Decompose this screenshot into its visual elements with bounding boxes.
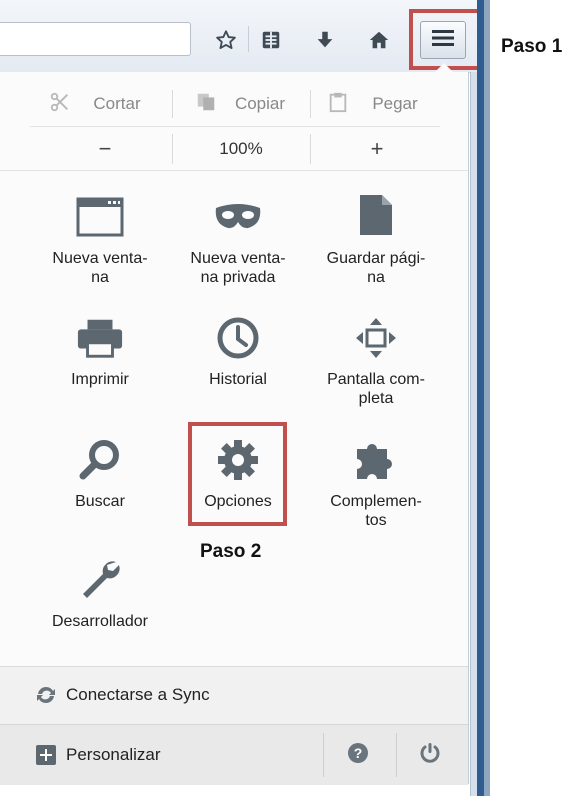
tile-label-line: Nueva venta- <box>190 250 286 267</box>
step2-annotation: Paso 2 <box>200 541 262 562</box>
home-icon[interactable] <box>365 26 393 54</box>
tile-label-line: Nueva venta- <box>52 250 148 267</box>
zoom-out-button[interactable]: − <box>40 128 170 170</box>
step1-highlight-box <box>409 9 485 70</box>
tile-label-line: tos <box>365 512 387 529</box>
cut-label: Cortar <box>93 94 141 113</box>
footer-separator <box>396 733 397 777</box>
quit-button[interactable] <box>410 739 450 771</box>
search-icon <box>76 436 124 484</box>
addons-button[interactable]: Complemen- tos <box>311 432 441 532</box>
new-private-window-button[interactable]: Nueva venta- na privada <box>173 187 303 297</box>
tile-label-line: Pantalla com- <box>327 371 425 388</box>
wrench-icon <box>76 556 124 604</box>
copy-label: Copiar <box>234 94 286 113</box>
url-bar[interactable] <box>0 22 191 56</box>
printer-icon <box>76 314 124 362</box>
clipboard-icon <box>328 91 348 118</box>
print-button[interactable]: Imprimir <box>35 310 165 410</box>
tile-label-line: Desarrollador <box>51 613 149 630</box>
bottom-bar: Personalizar ? <box>0 724 468 785</box>
zoom-separator <box>310 134 311 164</box>
zoom-in-button[interactable]: + <box>312 128 442 170</box>
row-divider <box>0 170 468 171</box>
help-button[interactable]: ? <box>338 739 378 771</box>
window-border <box>477 0 484 796</box>
paste-label: Pegar <box>372 94 418 113</box>
tile-label-line: na privada <box>200 269 276 286</box>
find-button[interactable]: Buscar <box>35 432 165 532</box>
edit-separator <box>172 90 173 118</box>
tile-label-line: Historial <box>209 371 267 388</box>
tile-label: Nueva venta- na privada <box>173 249 303 287</box>
edit-separator <box>310 90 311 118</box>
zoom-reset-button[interactable]: 100% <box>174 128 308 170</box>
fullscreen-icon <box>352 314 400 362</box>
tile-label: Nueva venta- na <box>35 249 165 287</box>
tile-label-line: Buscar <box>75 493 125 510</box>
zoom-separator <box>172 134 173 164</box>
step2-highlight-box <box>188 422 287 526</box>
tile-label: Historial <box>173 370 303 389</box>
sync-button[interactable]: Conectarse a Sync <box>0 666 468 725</box>
tile-label-line: na <box>367 269 385 286</box>
footer-separator <box>323 733 324 777</box>
customize-button[interactable]: Personalizar <box>0 725 320 785</box>
tile-label: Pantalla com- pleta <box>311 370 441 408</box>
cut-button[interactable]: Cortar <box>40 82 150 126</box>
tile-label-line: Imprimir <box>71 371 129 388</box>
history-button[interactable]: Historial <box>173 310 303 410</box>
toolbar-separator <box>248 26 249 52</box>
window-icon <box>76 193 124 241</box>
reading-list-icon[interactable] <box>257 26 285 54</box>
fullscreen-button[interactable]: Pantalla com- pleta <box>311 310 441 410</box>
new-window-button[interactable]: Nueva venta- na <box>35 187 165 297</box>
sync-icon <box>36 685 56 710</box>
help-icon: ? <box>347 742 369 769</box>
copy-icon <box>195 91 217 118</box>
developer-button[interactable]: Desarrollador <box>35 552 165 652</box>
mask-icon <box>214 193 262 241</box>
scissors-icon <box>49 91 71 118</box>
tile-label: Imprimir <box>35 370 165 389</box>
tile-label: Desarrollador <box>35 612 165 631</box>
tile-label-line: Guardar pági- <box>326 250 426 267</box>
row-divider <box>30 126 440 127</box>
clock-icon <box>214 314 262 362</box>
power-icon <box>419 742 441 769</box>
step1-annotation: Paso 1 <box>501 36 563 57</box>
tile-label: Guardar pági- na <box>311 249 441 287</box>
copy-button[interactable]: Copiar <box>180 82 300 126</box>
window-edge <box>484 0 490 796</box>
tile-label: Complemen- tos <box>311 492 441 530</box>
paste-button[interactable]: Pegar <box>318 82 428 126</box>
customize-label: Personalizar <box>66 745 161 764</box>
save-page-button[interactable]: Guardar pági- na <box>311 187 441 297</box>
puzzle-icon <box>352 436 400 484</box>
svg-text:?: ? <box>354 745 363 761</box>
tile-label-line: na <box>91 269 109 286</box>
download-icon[interactable] <box>311 26 339 54</box>
sync-label: Conectarse a Sync <box>66 685 210 704</box>
star-icon[interactable] <box>212 26 240 54</box>
plus-icon <box>36 745 56 770</box>
tile-label: Buscar <box>35 492 165 511</box>
tile-label-line: Complemen- <box>330 493 422 510</box>
tile-label-line: pleta <box>358 390 394 407</box>
page-icon <box>352 191 400 239</box>
